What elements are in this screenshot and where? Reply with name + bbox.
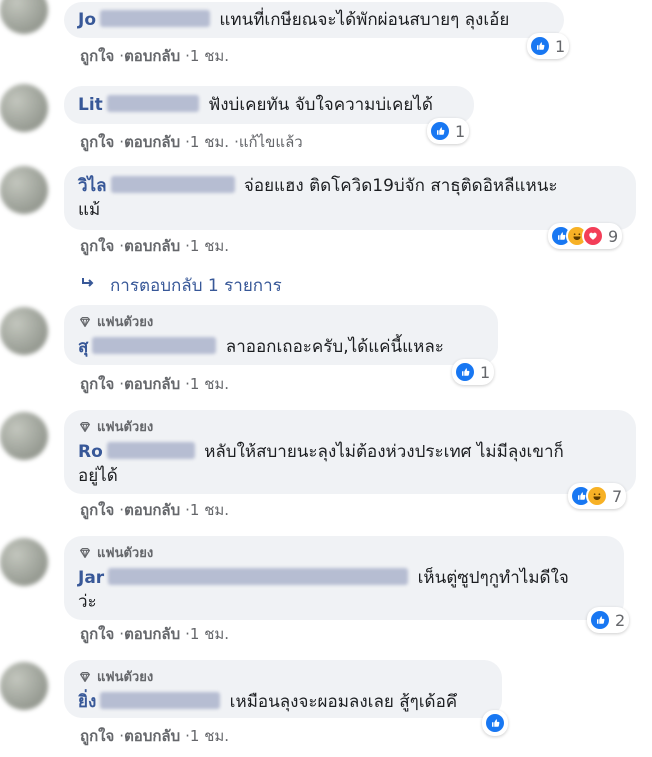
top-fan-badge[interactable]: แฟนตัวยง <box>78 542 610 563</box>
like-link[interactable]: ถูกใจ <box>80 625 114 643</box>
comment-actions: ถูกใจ ·ตอบกลับ ·1 ชม. <box>80 625 230 643</box>
comment-bubble: แฟนตัวยง สุ ลาออกเถอะครับ,ได้แค่นี้แหละ <box>64 305 498 365</box>
reaction-summary[interactable]: 7 <box>568 483 627 509</box>
like-link[interactable]: ถูกใจ <box>80 501 114 519</box>
timestamp[interactable]: 1 ชม. <box>190 47 229 65</box>
comment-text: หลับให้สบายนะลุงไม่ต้องห่วงประเทศ ไม่มีล… <box>204 442 564 462</box>
commenter-name[interactable]: Ro <box>78 442 103 462</box>
redacted-name <box>106 95 199 112</box>
view-replies-link[interactable]: การตอบกลับ 1 รายการ <box>80 272 282 299</box>
like-reaction-icon <box>589 609 611 631</box>
comment-bubble: วิไล จ่อยแฮง ติดโควิด19บ่จัก สาธุติดอิหล… <box>64 166 636 230</box>
commenter-name[interactable]: ยิ่ง <box>78 692 96 712</box>
reply-link[interactable]: ตอบกลับ <box>124 727 180 745</box>
reaction-count: 2 <box>615 610 626 630</box>
avatar[interactable] <box>0 0 48 34</box>
top-fan-badge[interactable]: แฟนตัวยง <box>78 416 622 437</box>
like-link[interactable]: ถูกใจ <box>80 133 114 151</box>
gem-icon <box>78 670 92 684</box>
comment-text: ลาออกเถอะครับ,ได้แค่นี้แหละ <box>225 337 444 357</box>
like-link[interactable]: ถูกใจ <box>80 47 114 65</box>
redacted-name <box>106 442 195 459</box>
commenter-name[interactable]: Jo <box>78 10 96 30</box>
reaction-count: 1 <box>480 362 491 382</box>
timestamp[interactable]: 1 ชม. <box>190 727 229 745</box>
redacted-name <box>92 337 217 354</box>
redacted-name <box>108 568 409 585</box>
reaction-summary[interactable]: 1 <box>452 359 495 385</box>
reaction-summary[interactable] <box>482 710 508 736</box>
comment-text-continued: แม้ <box>78 200 101 220</box>
timestamp[interactable]: 1 ชม. <box>190 375 229 393</box>
comment-bubble: แฟนตัวยง ยิ่ง เหมือนลุงจะผอมลงเลย สู้ๆเด… <box>64 660 502 718</box>
comment-text: เห็นตู่ซูปๆกูทำไมดีใจ <box>417 568 569 588</box>
redacted-name <box>100 10 211 27</box>
timestamp[interactable]: 1 ชม. <box>190 625 229 643</box>
reaction-count: 7 <box>612 486 623 506</box>
like-reaction-icon <box>484 712 506 734</box>
comment-bubble: Jo แทนที่เกษียณจะได้พักผ่อนสบายๆ ลุงเอ้ย <box>64 2 564 38</box>
comment-actions: ถูกใจ ·ตอบกลับ ·1 ชม. <box>80 47 230 65</box>
gem-icon <box>78 315 92 329</box>
like-link[interactable]: ถูกใจ <box>80 375 114 393</box>
reaction-count: 1 <box>455 121 466 141</box>
like-link[interactable]: ถูกใจ <box>80 727 114 745</box>
redacted-name <box>100 692 221 709</box>
timestamp[interactable]: 1 ชม. <box>190 501 229 519</box>
commenter-name[interactable]: วิไล <box>78 176 107 196</box>
reaction-count: 1 <box>555 36 566 56</box>
top-fan-badge[interactable]: แฟนตัวยง <box>78 666 488 687</box>
reply-link[interactable]: ตอบกลับ <box>124 625 180 643</box>
commenter-name[interactable]: Lit <box>78 95 103 115</box>
like-reaction-icon <box>429 120 451 142</box>
like-reaction-icon <box>529 35 551 57</box>
reaction-count: 9 <box>608 226 619 246</box>
reply-link[interactable]: ตอบกลับ <box>124 133 180 151</box>
comment-text: เหมือนลุงจะผอมลงเลย สู้ๆเด้อคึ <box>229 692 458 712</box>
comment-actions: ถูกใจ ·ตอบกลับ ·1 ชม. <box>80 237 230 255</box>
comment-text-continued: ว่ะ <box>78 592 97 612</box>
edited-label[interactable]: แก้ไขแล้ว <box>239 133 303 151</box>
avatar[interactable] <box>0 307 48 355</box>
comment-bubble: แฟนตัวยง Ro หลับให้สบายนะลุงไม่ต้องห่วงป… <box>64 410 636 494</box>
reply-arrow-icon <box>80 275 96 296</box>
like-link[interactable]: ถูกใจ <box>80 237 114 255</box>
reaction-summary[interactable]: 1 <box>527 33 570 59</box>
reply-link[interactable]: ตอบกลับ <box>124 47 180 65</box>
gem-icon <box>78 420 92 434</box>
comment-text: แทนที่เกษียณจะได้พักผ่อนสบายๆ ลุงเอ้ย <box>219 10 510 30</box>
commenter-name[interactable]: สุ <box>78 337 88 357</box>
redacted-name <box>110 176 235 193</box>
comment-bubble: แฟนตัวยง Jar เห็นตู่ซูปๆกูทำไมดีใจ ว่ะ <box>64 536 624 620</box>
like-reaction-icon <box>454 361 476 383</box>
comment-actions: ถูกใจ ·ตอบกลับ ·1 ชม. ·แก้ไขแล้ว <box>80 133 303 151</box>
avatar[interactable] <box>0 662 48 710</box>
reply-link[interactable]: ตอบกลับ <box>124 237 180 255</box>
replies-count-label[interactable]: การตอบกลับ 1 รายการ <box>110 272 282 299</box>
comment-actions: ถูกใจ ·ตอบกลับ ·1 ชม. <box>80 375 230 393</box>
top-fan-badge[interactable]: แฟนตัวยง <box>78 311 484 332</box>
gem-icon <box>78 546 92 560</box>
reply-link[interactable]: ตอบกลับ <box>124 501 180 519</box>
reaction-summary[interactable]: 1 <box>427 118 470 144</box>
comment-text: ฟังบ่เคยทัน จับใจความบ่เคยได้ <box>208 95 433 115</box>
commenter-name[interactable]: Jar <box>78 568 104 588</box>
comment-text-continued: อยู่ได้ <box>78 466 118 486</box>
avatar[interactable] <box>0 84 48 132</box>
reaction-summary[interactable]: 9 <box>548 223 623 249</box>
avatar[interactable] <box>0 538 48 586</box>
haha-reaction-icon <box>586 485 608 507</box>
timestamp[interactable]: 1 ชม. <box>190 237 229 255</box>
timestamp[interactable]: 1 ชม. <box>190 133 229 151</box>
comment-bubble: Lit ฟังบ่เคยทัน จับใจความบ่เคยได้ <box>64 86 474 124</box>
comment-actions: ถูกใจ ·ตอบกลับ ·1 ชม. <box>80 501 230 519</box>
comment-text: จ่อยแฮง ติดโควิด19บ่จัก สาธุติดอิหลีแหนะ <box>243 176 558 196</box>
reaction-summary[interactable]: 2 <box>587 607 630 633</box>
comment-actions: ถูกใจ ·ตอบกลับ ·1 ชม. <box>80 727 230 745</box>
reply-link[interactable]: ตอบกลับ <box>124 375 180 393</box>
love-reaction-icon <box>582 225 604 247</box>
avatar[interactable] <box>0 412 48 460</box>
avatar[interactable] <box>0 166 48 214</box>
